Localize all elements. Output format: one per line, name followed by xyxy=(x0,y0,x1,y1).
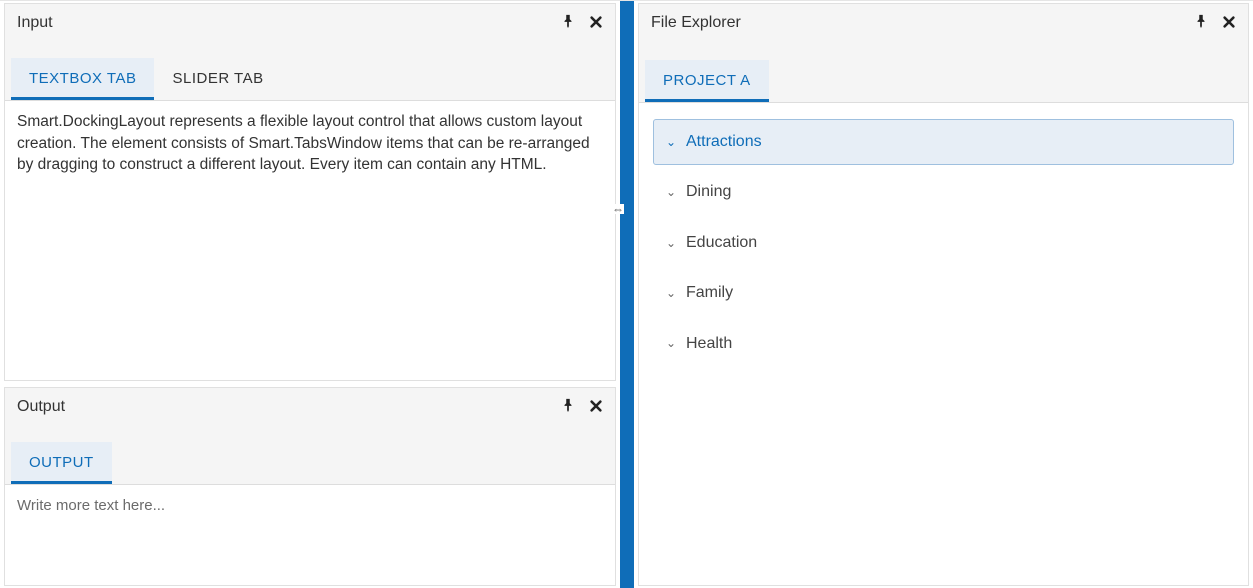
close-icon[interactable] xyxy=(1222,14,1236,32)
pin-icon[interactable] xyxy=(561,398,575,416)
tree-item-label: Dining xyxy=(686,181,731,203)
tab-project-a[interactable]: PROJECT A xyxy=(645,60,769,102)
tree-item-label: Family xyxy=(686,282,733,304)
file-explorer-controls xyxy=(1194,14,1236,32)
input-panel-body[interactable]: Smart.DockingLayout represents a flexibl… xyxy=(5,101,615,380)
output-panel: Output OUTPUT Write more text here... xyxy=(4,387,616,586)
left-column: Input TEXTBOX TAB SLIDER TAB Smart.Docki… xyxy=(0,1,620,588)
file-explorer-panel: File Explorer PROJECT A ⌄ Attrac xyxy=(638,3,1249,586)
tree-item-label: Attractions xyxy=(686,131,762,153)
file-explorer-title: File Explorer xyxy=(651,14,1194,32)
input-tabstrip: TEXTBOX TAB SLIDER TAB xyxy=(5,58,615,101)
tree-item-attractions[interactable]: ⌄ Attractions xyxy=(653,119,1234,165)
close-icon[interactable] xyxy=(589,14,603,32)
chevron-down-icon: ⌄ xyxy=(666,184,678,201)
output-panel-title: Output xyxy=(17,398,561,416)
tree-item-label: Education xyxy=(686,232,757,254)
input-panel-controls xyxy=(561,14,603,32)
input-panel-title: Input xyxy=(17,14,561,32)
file-explorer-header[interactable]: File Explorer xyxy=(639,4,1248,40)
tree-item-family[interactable]: ⌄ Family xyxy=(653,270,1234,316)
chevron-down-icon: ⌄ xyxy=(666,134,678,151)
tab-textbox[interactable]: TEXTBOX TAB xyxy=(11,58,154,100)
file-tree: ⌄ Attractions ⌄ Dining ⌄ Education ⌄ Fam… xyxy=(647,111,1240,379)
close-icon[interactable] xyxy=(589,398,603,416)
tree-item-label: Health xyxy=(686,333,732,355)
input-panel: Input TEXTBOX TAB SLIDER TAB Smart.Docki… xyxy=(4,3,616,381)
tree-item-education[interactable]: ⌄ Education xyxy=(653,220,1234,266)
pin-icon[interactable] xyxy=(561,14,575,32)
docking-layout: Input TEXTBOX TAB SLIDER TAB Smart.Docki… xyxy=(0,0,1253,588)
file-explorer-body: ⌄ Attractions ⌄ Dining ⌄ Education ⌄ Fam… xyxy=(639,103,1248,585)
pin-icon[interactable] xyxy=(1194,14,1208,32)
input-panel-header[interactable]: Input xyxy=(5,4,615,40)
right-column: File Explorer PROJECT A ⌄ Attrac xyxy=(634,1,1253,588)
tab-output[interactable]: OUTPUT xyxy=(11,442,112,484)
output-panel-controls xyxy=(561,398,603,416)
output-panel-body[interactable]: Write more text here... xyxy=(5,485,615,585)
chevron-down-icon: ⌄ xyxy=(666,235,678,252)
tab-slider[interactable]: SLIDER TAB xyxy=(154,58,281,100)
output-panel-header[interactable]: Output xyxy=(5,388,615,424)
vertical-splitter[interactable]: ⇔ xyxy=(620,1,634,588)
tree-item-health[interactable]: ⌄ Health xyxy=(653,321,1234,367)
file-explorer-tabstrip: PROJECT A xyxy=(639,60,1248,103)
resize-horizontal-icon: ⇔ xyxy=(612,204,624,214)
tree-item-dining[interactable]: ⌄ Dining xyxy=(653,169,1234,215)
chevron-down-icon: ⌄ xyxy=(666,335,678,352)
output-tabstrip: OUTPUT xyxy=(5,442,615,485)
chevron-down-icon: ⌄ xyxy=(666,285,678,302)
